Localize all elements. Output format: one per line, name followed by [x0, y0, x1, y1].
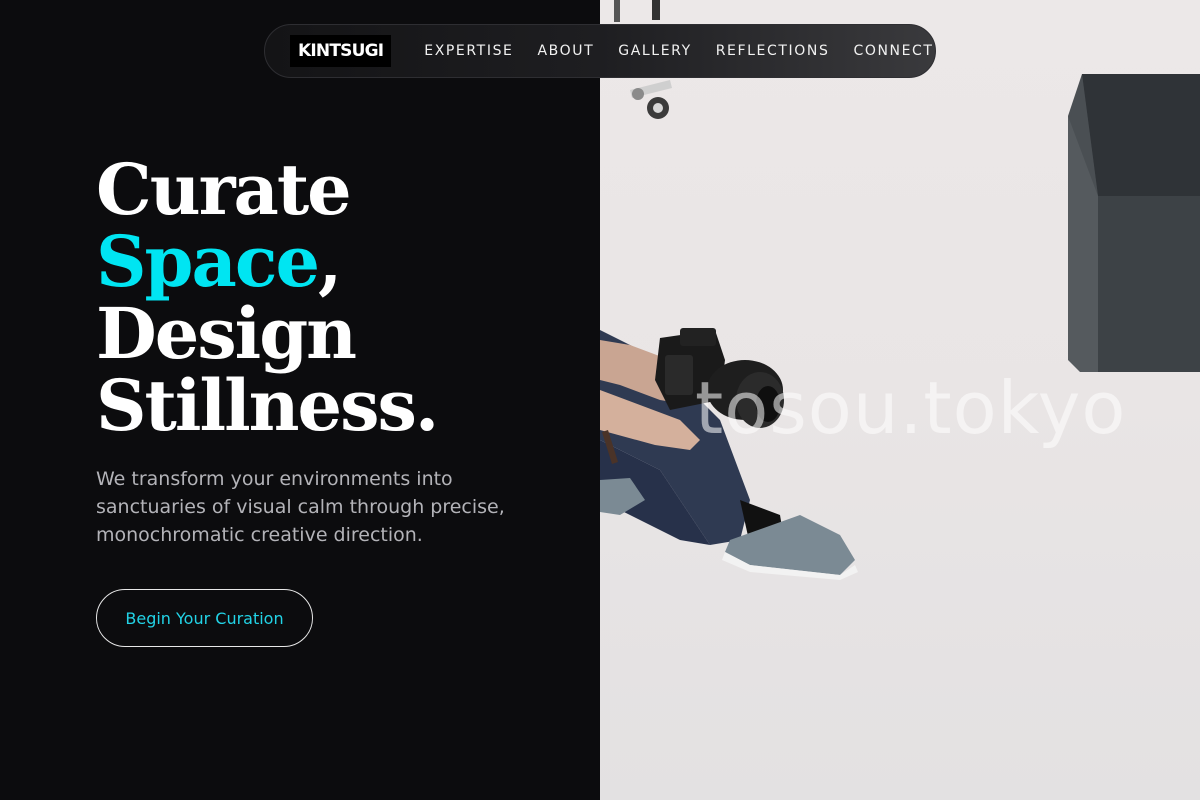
nav-link-about[interactable]: ABOUT — [538, 43, 595, 59]
watermark-text: tosou.tokyo — [695, 366, 1127, 450]
hero-headline: Curate Space, Design Stillness. — [96, 148, 439, 447]
headline-accent-punct: , — [318, 220, 342, 303]
nav-link-reflections[interactable]: REFLECTIONS — [716, 43, 830, 59]
hero-photo: tosou.tokyo — [600, 0, 1200, 800]
brand-logo[interactable]: KINTSUGI — [290, 35, 392, 67]
nav-link-expertise[interactable]: EXPERTISE — [424, 43, 513, 59]
headline-line-4: Stillness. — [96, 364, 439, 447]
headline-line-2: Space, — [96, 226, 437, 298]
hero-subtext: We transform your environments into sanc… — [96, 468, 505, 546]
headline-accent-word: Space — [96, 220, 320, 303]
headline-line-3: Design — [96, 292, 357, 375]
main-navigation: KINTSUGI EXPERTISE ABOUT GALLERY REFLECT… — [264, 24, 936, 78]
begin-curation-button[interactable]: Begin Your Curation — [96, 589, 313, 647]
nav-link-connect[interactable]: CONNECT — [853, 43, 933, 59]
headline-line-1: Curate — [96, 148, 352, 231]
nav-link-gallery[interactable]: GALLERY — [618, 43, 691, 59]
